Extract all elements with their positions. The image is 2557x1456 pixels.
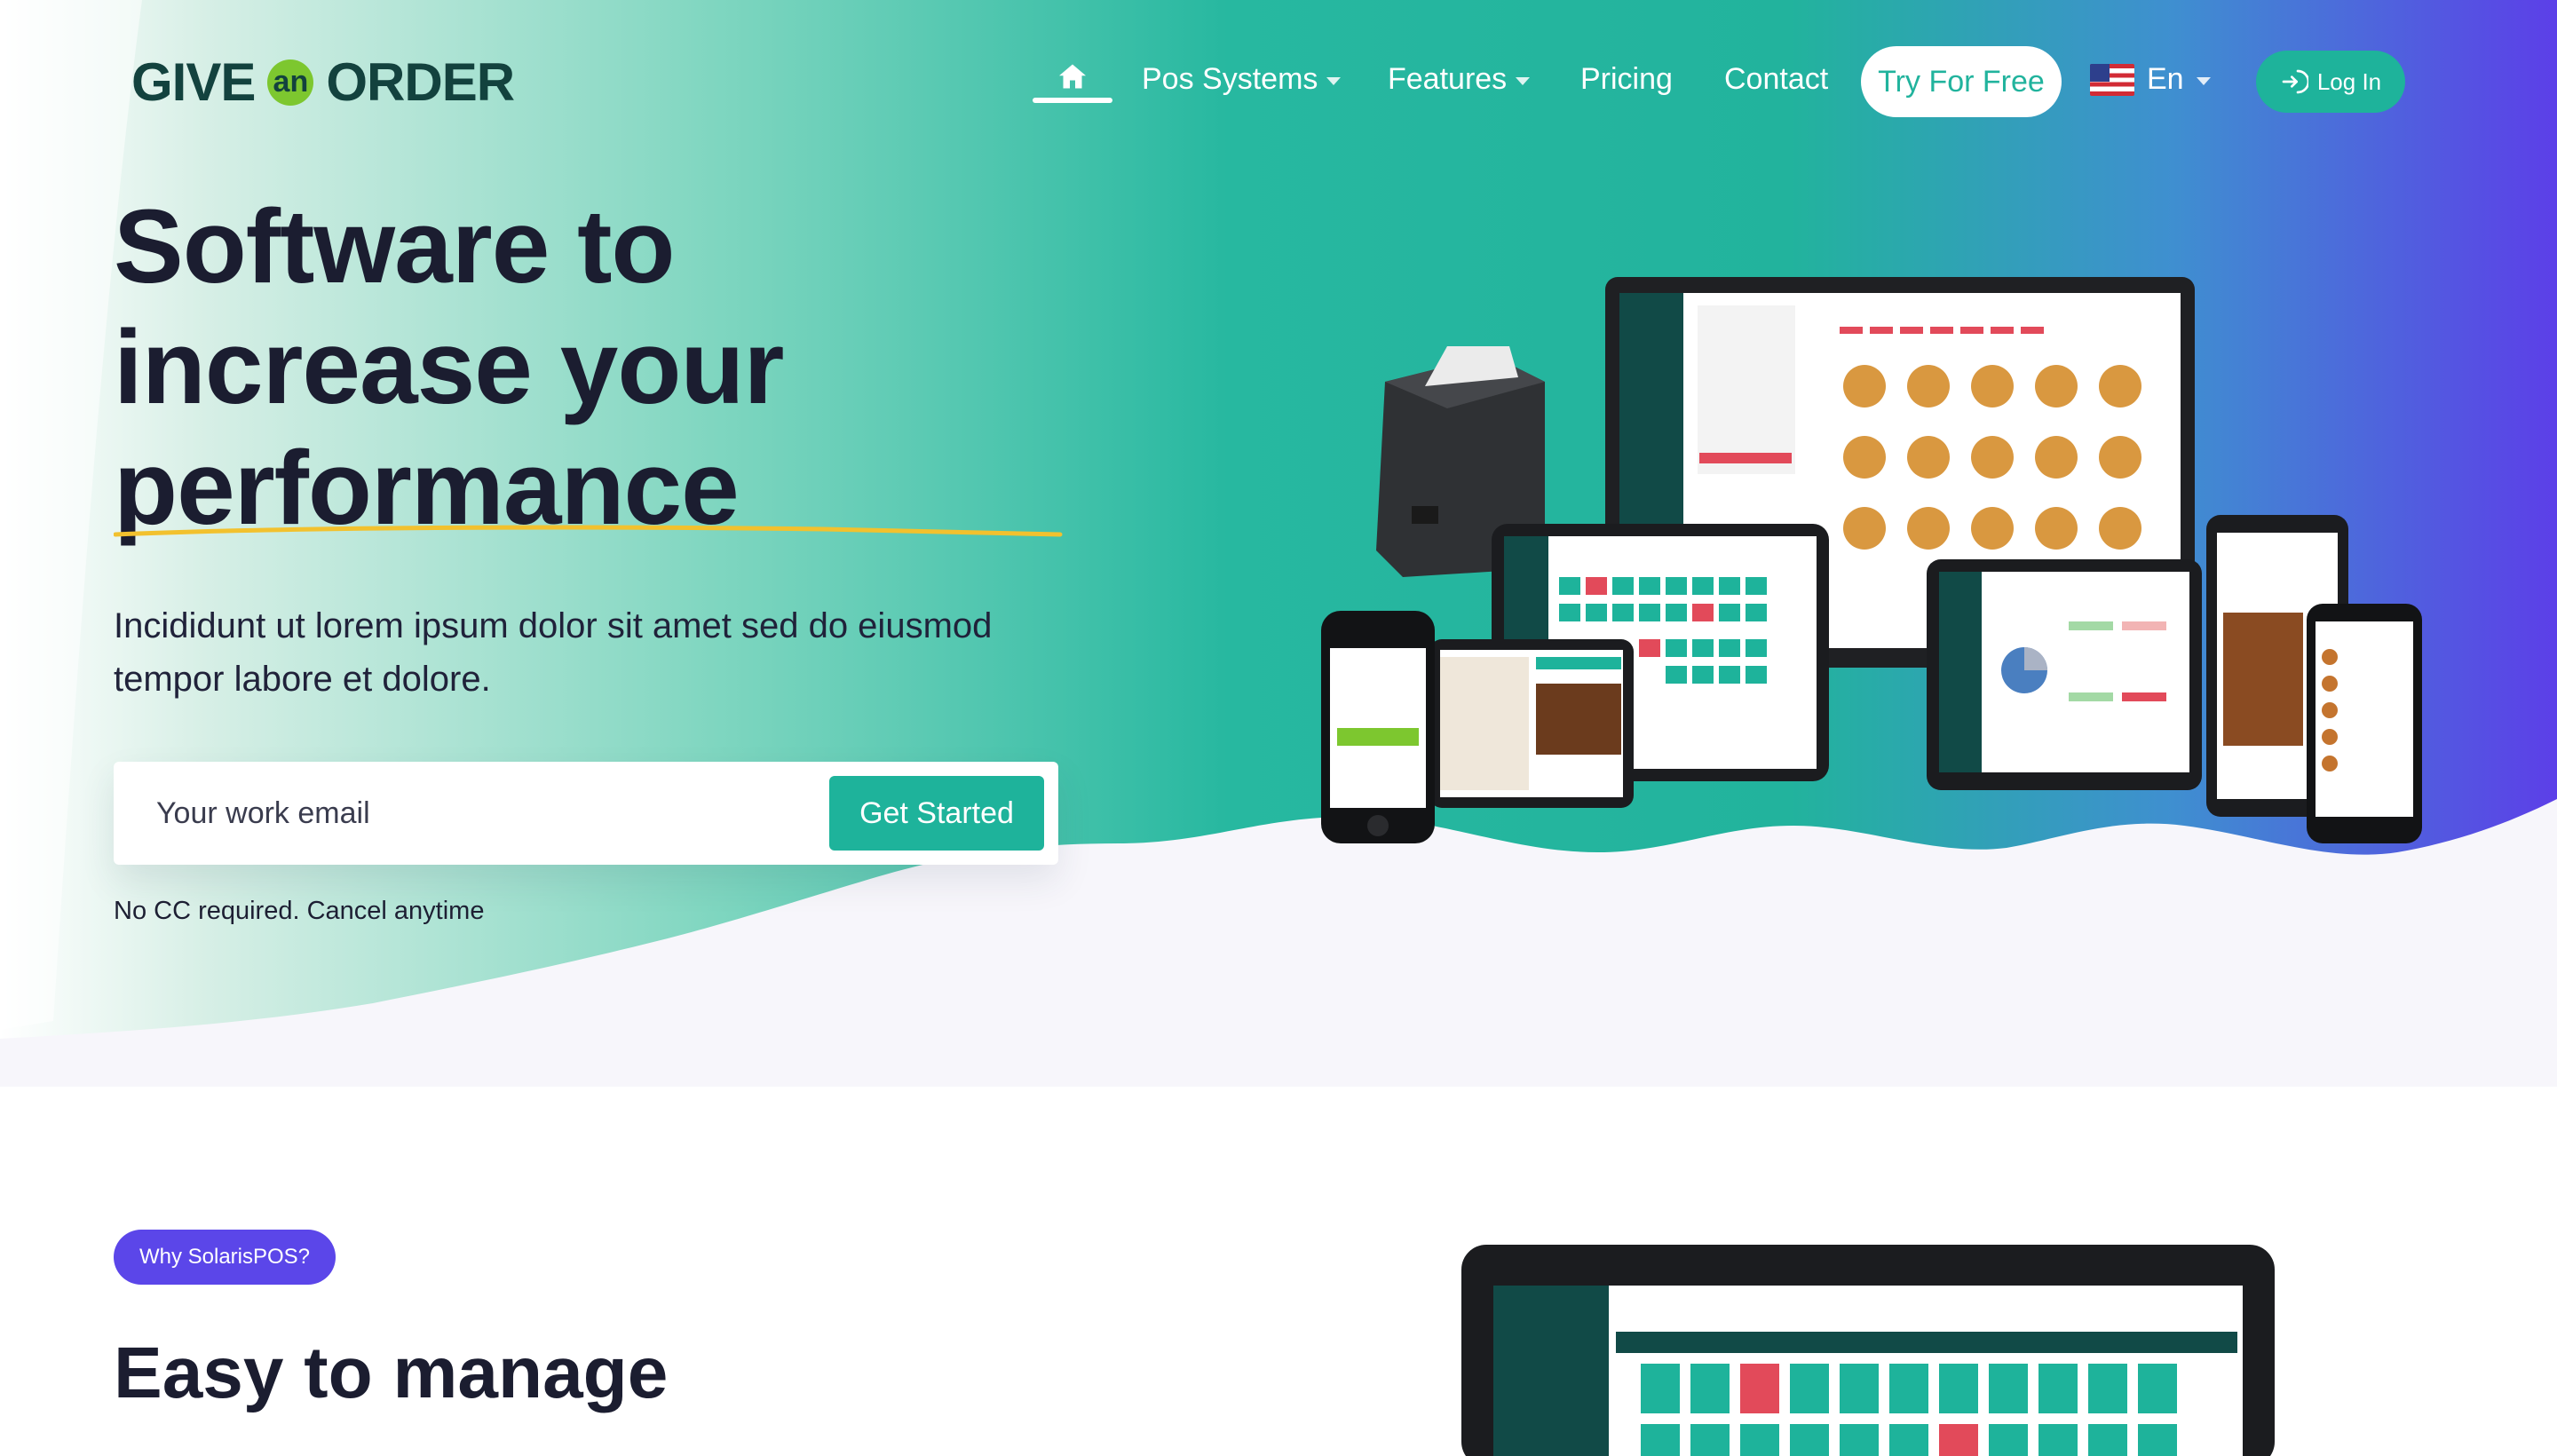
chevron-down-icon [1516,76,1531,85]
chevron-down-icon [2196,76,2211,85]
login-icon [2282,69,2308,94]
active-nav-indicator [1033,98,1112,103]
language-label: En [2147,62,2184,96]
nav-item-label: Features [1388,62,1508,96]
nav-item-contact[interactable]: Contact [1724,62,1828,97]
nav-item-features[interactable]: Features [1388,62,1531,97]
android-phone-image [2307,604,2422,843]
iphone-image [1321,611,1435,843]
hero-subtext: Incididunt ut lorem ipsum dolor sit amet… [114,606,993,699]
login-label: Log In [2316,67,2382,95]
why-badge: Why SolarisPOS? [114,1230,336,1285]
section-title: Easy to manage [114,1333,669,1413]
no-cc-note: No CC required. Cancel anytime [114,897,485,925]
headline-line-2: increase your [114,309,784,426]
headline-underline-decoration [114,525,1063,537]
login-button[interactable]: Log In [2256,51,2405,113]
nav-item-label: Pricing [1580,62,1673,96]
nav-item-pos-systems[interactable]: Pos Systems [1142,62,1342,97]
laptop-screenshot-image [1461,1245,2275,1456]
email-input[interactable] [156,762,831,865]
nav-item-label: Pos Systems [1142,62,1318,96]
red-tag-row [1840,327,2044,334]
chevron-down-icon [1326,76,1342,85]
tablet-right-image [1927,559,2202,790]
headline-line-1: Software to [114,188,676,305]
small-tablet-image [1429,639,1634,808]
us-flag-icon [2090,63,2134,96]
try-for-free-button[interactable]: Try For Free [1861,46,2062,117]
hero-headline: Software to increase your performance [114,186,784,549]
email-signup-form: Get Started [114,762,1058,865]
nav-item-pricing[interactable]: Pricing [1580,62,1673,97]
home-icon[interactable] [1057,60,1089,92]
devices-illustration [1321,277,2422,843]
get-started-button[interactable]: Get Started [829,776,1044,851]
nav-item-label: Contact [1724,62,1829,96]
language-selector[interactable]: En [2090,62,2211,97]
